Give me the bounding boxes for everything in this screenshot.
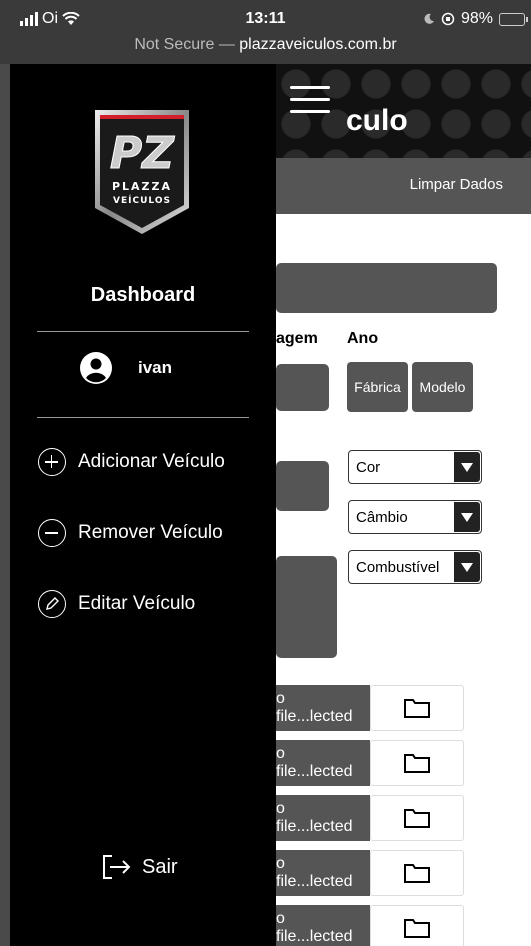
file-status: o file...lected — [276, 905, 370, 946]
url-bar[interactable]: Not Secure — plazzaveiculos.com.br — [0, 36, 531, 54]
file-input-row[interactable]: o file...lected — [276, 850, 464, 896]
plus-circle-icon — [38, 448, 66, 476]
pencil-circle-icon — [38, 590, 66, 618]
model-year-button[interactable]: Modelo — [412, 362, 473, 412]
logout-label: Sair — [142, 855, 178, 878]
year-label: Ano — [347, 330, 379, 347]
security-label: Not Secure — — [134, 36, 235, 53]
dropdown-arrow-icon — [454, 552, 480, 582]
divider — [37, 417, 249, 418]
logout-button[interactable]: Sair — [102, 854, 178, 880]
file-input-row[interactable]: o file...lected — [276, 905, 464, 946]
screen-edge — [0, 64, 10, 946]
user-profile[interactable]: ivan — [80, 352, 172, 384]
remove-vehicle-link[interactable]: Remover Veículo — [38, 519, 223, 547]
battery-percent: 98% — [460, 10, 493, 27]
menu-label: Adicionar Veículo — [78, 451, 225, 472]
file-status: o file...lected — [276, 795, 370, 841]
svg-text:PLAZZA: PLAZZA — [112, 180, 172, 193]
domain-label: plazzaveiculos.com.br — [239, 36, 397, 53]
transmission-select[interactable]: Câmbio — [348, 500, 482, 534]
page-header: culo — [276, 64, 531, 158]
plazza-logo: PZ PLAZZA VEÍCULOS — [95, 110, 189, 234]
file-input-row[interactable]: o file...lected — [276, 740, 464, 786]
action-bar: Limpar Dados — [276, 158, 531, 214]
username: ivan — [138, 358, 173, 377]
battery-area: 98% — [423, 10, 528, 28]
factory-year-button[interactable]: Fábrica — [347, 362, 408, 412]
clear-data-button[interactable]: Limpar Dados — [410, 176, 503, 193]
minus-circle-icon — [38, 519, 66, 547]
text-area[interactable] — [276, 556, 337, 658]
fuel-select[interactable]: Combustível — [348, 550, 482, 584]
folder-icon[interactable] — [370, 685, 464, 731]
text-input[interactable] — [276, 461, 329, 511]
folder-icon[interactable] — [370, 740, 464, 786]
folder-icon[interactable] — [370, 850, 464, 896]
svg-text:VEÍCULOS: VEÍCULOS — [113, 194, 171, 206]
edit-vehicle-link[interactable]: Editar Veículo — [38, 590, 195, 618]
menu-label: Remover Veículo — [78, 522, 223, 543]
field-label: agem — [276, 330, 318, 347]
file-status: o file...lected — [276, 685, 370, 731]
dashboard-link[interactable]: Dashboard — [10, 284, 276, 307]
file-status: o file...lected — [276, 740, 370, 786]
battery-icon — [499, 12, 528, 26]
logout-icon — [103, 855, 131, 879]
folder-icon[interactable] — [370, 905, 464, 946]
text-input[interactable] — [276, 364, 329, 411]
color-select[interactable]: Cor — [348, 450, 482, 484]
file-status: o file...lected — [276, 850, 370, 896]
hamburger-menu-icon[interactable] — [290, 86, 330, 114]
dropdown-arrow-icon — [454, 502, 480, 532]
folder-icon[interactable] — [370, 795, 464, 841]
add-vehicle-link[interactable]: Adicionar Veículo — [38, 448, 225, 476]
menu-label: Editar Veículo — [78, 593, 196, 614]
divider — [37, 331, 249, 332]
dropdown-arrow-icon — [454, 452, 480, 482]
sidebar: PZ PLAZZA VEÍCULOS Dashboard ivan Adicio… — [10, 64, 276, 946]
moon-icon — [424, 13, 434, 24]
background-page: culo Limpar Dados agem Ano Fábrica Model… — [276, 64, 531, 946]
file-input-row[interactable]: o file...lected — [276, 685, 464, 731]
orientation-lock-icon — [441, 12, 455, 26]
file-input-row[interactable]: o file...lected — [276, 795, 464, 841]
text-input[interactable] — [276, 263, 497, 313]
page-title: culo — [346, 104, 408, 137]
status-bar: Oi 13:11 98% Not Secure — plazzaveiculos… — [0, 0, 531, 64]
user-avatar-icon — [80, 352, 112, 384]
svg-text:PZ: PZ — [110, 128, 175, 179]
